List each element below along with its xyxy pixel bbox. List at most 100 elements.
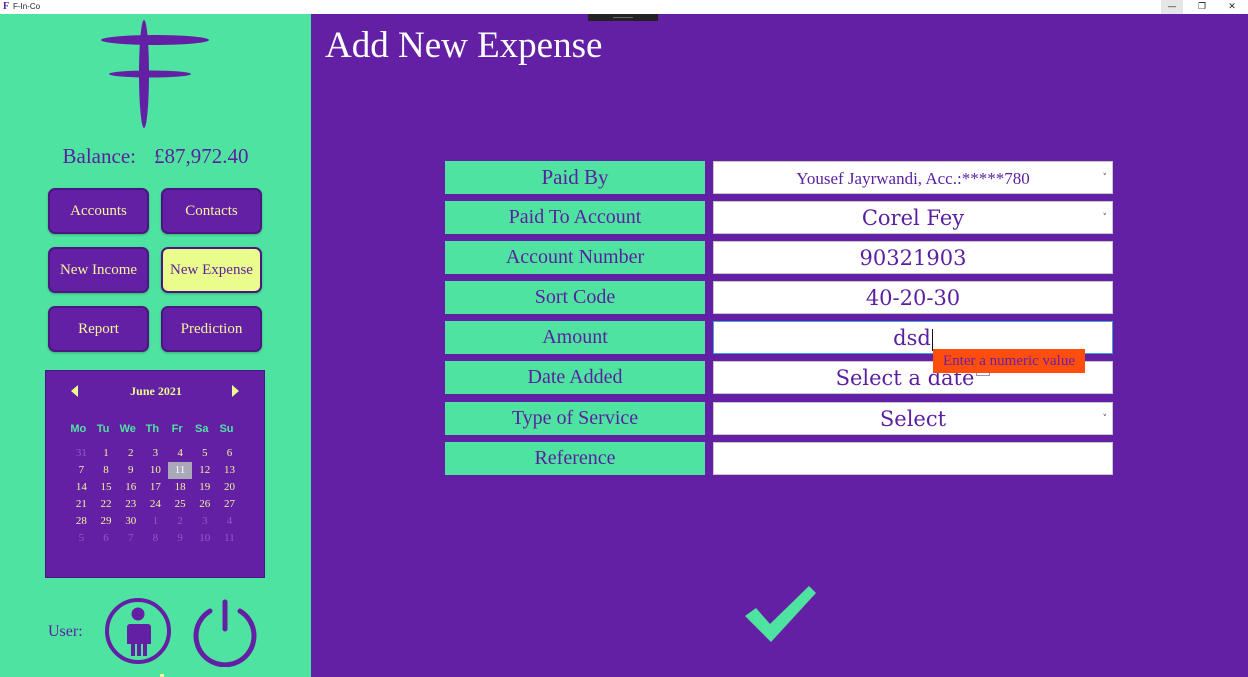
calendar-day[interactable]: 1 bbox=[143, 513, 168, 530]
calendar-day[interactable]: 7 bbox=[118, 530, 143, 547]
power-icon[interactable] bbox=[190, 597, 260, 667]
calendar-day[interactable]: 2 bbox=[168, 513, 193, 530]
maximize-button[interactable]: ❐ bbox=[1191, 0, 1213, 14]
calendar-day[interactable]: 3 bbox=[143, 445, 168, 462]
calendar-day[interactable]: 17 bbox=[143, 479, 168, 496]
calendar-day[interactable]: 8 bbox=[94, 462, 119, 479]
calendar-day[interactable]: 3 bbox=[192, 513, 217, 530]
calendar-weekday: Fr bbox=[171, 423, 183, 435]
calendar-month: June 2021 bbox=[130, 384, 182, 398]
paid-to-label: Paid To Account bbox=[445, 201, 705, 234]
chevron-down-icon: ˅ bbox=[1102, 414, 1108, 424]
finco-logo-icon bbox=[101, 20, 209, 128]
close-button[interactable]: ✕ bbox=[1221, 0, 1243, 14]
calendar-day[interactable]: 18 bbox=[168, 479, 193, 496]
paid-to-value: Corel Fey bbox=[861, 206, 965, 230]
sort-code-field[interactable]: 40-20-30 bbox=[713, 281, 1113, 314]
calendar-weekdays: Mo Tu We Th Fr Sa Su bbox=[66, 423, 262, 435]
new-income-button[interactable]: New Income bbox=[48, 247, 149, 293]
chevron-down-icon: ˅ bbox=[1102, 213, 1108, 223]
window-titlebar: F F-In-Co — ❐ ✕ bbox=[0, 0, 1248, 14]
new-expense-button[interactable]: New Expense bbox=[161, 247, 262, 293]
service-type-value: Select bbox=[879, 407, 947, 431]
calendar-day[interactable]: 4 bbox=[217, 513, 242, 530]
sidebar: Balance: £87,972.40 Accounts Contacts New… bbox=[0, 14, 311, 677]
calendar-day[interactable]: 2 bbox=[118, 445, 143, 462]
calendar-day-today[interactable]: 11 bbox=[167, 462, 193, 479]
balance-value: £87,972.40 bbox=[153, 144, 249, 168]
checkmark-icon[interactable] bbox=[743, 584, 818, 646]
calendar-day[interactable]: 4 bbox=[168, 445, 193, 462]
calendar-weekday: Mo bbox=[70, 423, 87, 435]
calendar-day[interactable]: 6 bbox=[217, 445, 242, 462]
account-number-field[interactable]: 90321903 bbox=[713, 241, 1113, 274]
paid-to-select[interactable]: Corel Fey ˅ bbox=[713, 201, 1113, 234]
calendar-day[interactable]: 20 bbox=[217, 479, 242, 496]
chevron-left-icon[interactable] bbox=[71, 385, 78, 397]
page-title: Add New Expense bbox=[325, 25, 603, 66]
calendar-day[interactable]: 27 bbox=[217, 496, 242, 513]
minimize-button[interactable]: — bbox=[1161, 0, 1183, 14]
calendar-day[interactable]: 21 bbox=[69, 496, 94, 513]
paid-by-label: Paid By bbox=[445, 161, 705, 194]
drag-handle[interactable] bbox=[588, 14, 658, 21]
calendar-day[interactable]: 5 bbox=[69, 530, 94, 547]
calendar-day[interactable]: 22 bbox=[94, 496, 119, 513]
calendar-day[interactable]: 14 bbox=[69, 479, 94, 496]
contacts-button[interactable]: Contacts bbox=[161, 188, 262, 234]
calendar-days: 31 1 2 3 4 5 6 7 8 9 10 11 12 13 14 15 16 17 18 19 20 21 22 23 2… bbox=[69, 445, 242, 547]
user-label: User: bbox=[48, 623, 83, 640]
reference-field[interactable] bbox=[713, 442, 1113, 475]
calendar-day[interactable]: 11 bbox=[217, 530, 242, 547]
calendar-day[interactable]: 28 bbox=[69, 513, 94, 530]
balance-label: Balance: bbox=[62, 144, 136, 168]
app-icon: F bbox=[3, 1, 10, 12]
calendar-day[interactable]: 29 bbox=[94, 513, 119, 530]
calendar-day[interactable]: 15 bbox=[94, 479, 119, 496]
account-number-label: Account Number bbox=[445, 241, 705, 274]
calendar-day[interactable]: 5 bbox=[192, 445, 217, 462]
sort-code-value: 40-20-30 bbox=[865, 286, 961, 310]
paid-by-value: Yousef Jayrwandi, Acc.:*****780 bbox=[796, 169, 1030, 188]
calendar-day[interactable]: 1 bbox=[94, 445, 119, 462]
balance-display: Balance: £87,972.40 bbox=[0, 144, 311, 169]
calendar-weekday: Su bbox=[219, 423, 234, 435]
calendar-weekday: Sa bbox=[195, 423, 209, 435]
account-number-value: 90321903 bbox=[859, 246, 967, 270]
calendar-day[interactable]: 13 bbox=[217, 462, 242, 479]
calendar-day[interactable]: 10 bbox=[192, 530, 217, 547]
calendar-weekday: Th bbox=[145, 423, 160, 435]
calendar-day[interactable]: 9 bbox=[118, 462, 143, 479]
calendar-day[interactable]: 30 bbox=[118, 513, 143, 530]
chevron-right-icon[interactable] bbox=[232, 385, 239, 397]
calendar-weekday: Tu bbox=[96, 423, 110, 435]
date-added-label: Date Added bbox=[445, 361, 705, 394]
calendar-day[interactable]: 10 bbox=[143, 462, 168, 479]
service-type-label: Type of Service bbox=[445, 402, 705, 435]
calendar-day[interactable]: 6 bbox=[94, 530, 119, 547]
amount-value: dsd bbox=[893, 326, 931, 350]
calendar-day[interactable]: 31 bbox=[69, 445, 94, 462]
chevron-down-icon: ˅ bbox=[1102, 173, 1108, 183]
calendar-day[interactable]: 19 bbox=[192, 479, 217, 496]
amount-label: Amount bbox=[445, 321, 705, 354]
calendar-day[interactable]: 12 bbox=[192, 462, 217, 479]
user-icon[interactable] bbox=[104, 597, 172, 665]
prediction-button[interactable]: Prediction bbox=[161, 306, 262, 352]
calendar-day[interactable]: 24 bbox=[143, 496, 168, 513]
calendar-widget: June 2021 Mo Tu We Th Fr Sa Su 31 1 2 3 4 5 6 7 8 9 10 11… bbox=[45, 370, 265, 578]
report-button[interactable]: Report bbox=[48, 306, 149, 352]
window-title: F-In-Co bbox=[13, 2, 41, 11]
calendar-day[interactable]: 7 bbox=[69, 462, 94, 479]
service-type-select[interactable]: Select ˅ bbox=[713, 402, 1113, 435]
calendar-day[interactable]: 25 bbox=[168, 496, 193, 513]
calendar-day[interactable]: 26 bbox=[192, 496, 217, 513]
calendar-day[interactable]: 23 bbox=[118, 496, 143, 513]
calendar-weekday: We bbox=[119, 423, 136, 435]
paid-by-select[interactable]: Yousef Jayrwandi, Acc.:*****780 ˅ bbox=[713, 161, 1113, 194]
calendar-day[interactable]: 9 bbox=[168, 530, 193, 547]
accounts-button[interactable]: Accounts bbox=[48, 188, 149, 234]
amount-error-tooltip: Enter a numeric value bbox=[933, 349, 1085, 373]
calendar-day[interactable]: 8 bbox=[143, 530, 168, 547]
calendar-day[interactable]: 16 bbox=[118, 479, 143, 496]
